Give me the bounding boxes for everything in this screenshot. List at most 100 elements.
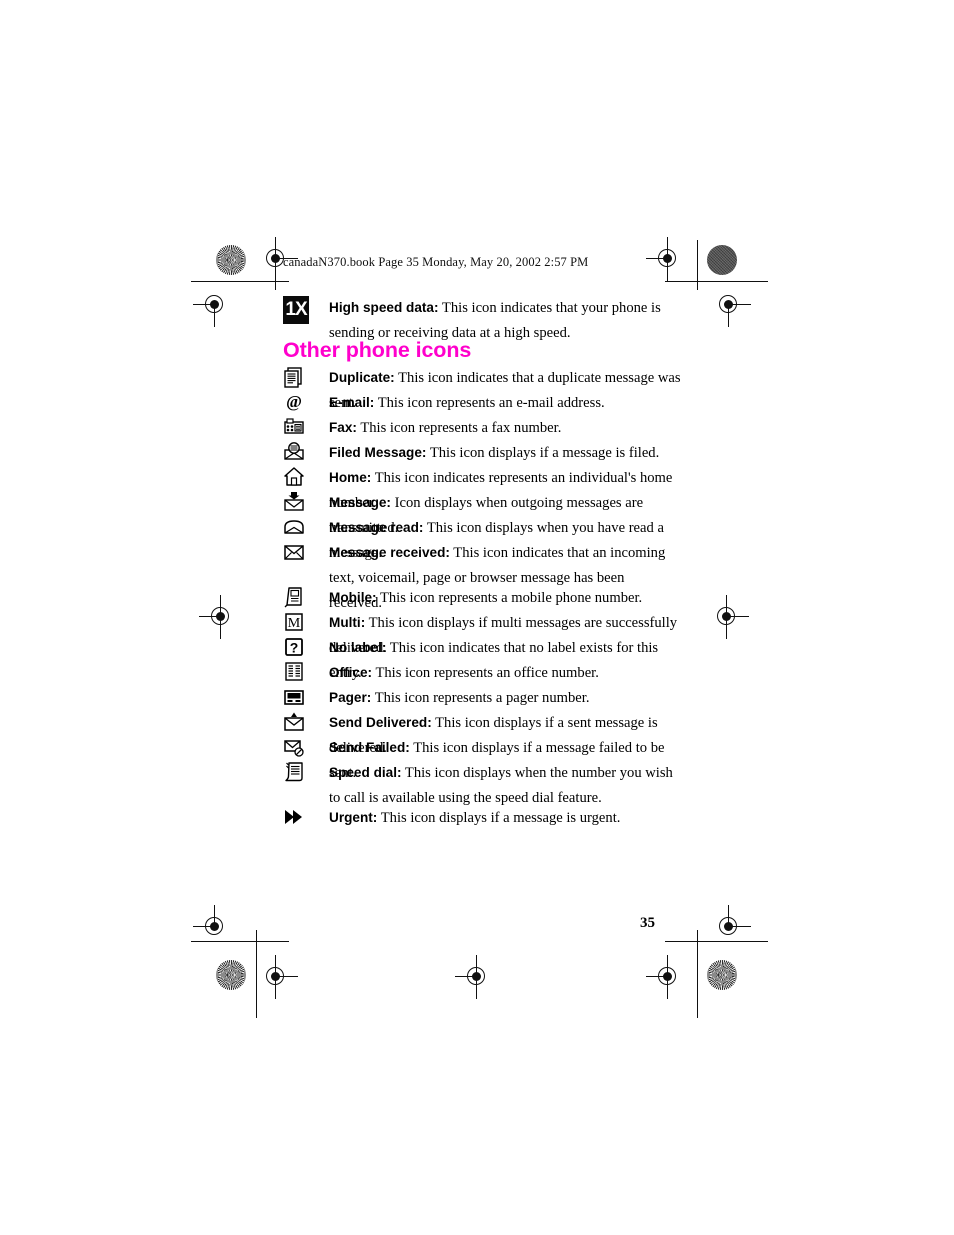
icon-cell xyxy=(283,710,329,733)
trim-line-top-right xyxy=(665,281,768,283)
entry-label: Pager: xyxy=(329,690,372,705)
list-item: @ E-mail: This icon represents an e-mail… xyxy=(283,390,683,416)
registration-mark-bottom-right xyxy=(646,955,690,999)
entry-description: This icon represents a mobile phone numb… xyxy=(379,590,643,606)
trim-line-vertical-top-right xyxy=(697,240,699,290)
entry-label: Send Failed: xyxy=(329,740,410,755)
entry-label: Message received: xyxy=(329,545,450,560)
entry-description: This icon represents a fax number. xyxy=(360,420,562,436)
send-failed-envelope-icon xyxy=(284,740,304,757)
entry-text: Mobile: This icon represents a mobile ph… xyxy=(329,585,683,611)
icon-cell xyxy=(283,415,329,438)
book-file-info-line: canadaN370.book Page 35 Monday, May 20, … xyxy=(283,255,589,269)
halftone-screen-dot-top-right xyxy=(707,245,737,275)
entry-label: Home: xyxy=(329,470,372,485)
icon-cell: 1X xyxy=(283,295,329,324)
icon-cell: M xyxy=(283,610,329,633)
registration-mark-corner-top-right xyxy=(707,283,751,327)
message-read-open-envelope-icon xyxy=(284,520,304,534)
icon-cell: @ xyxy=(283,390,329,413)
halftone-screen-dot-top-left xyxy=(216,245,246,275)
at-sign-email-icon: @ xyxy=(286,392,302,411)
send-delivered-envelope-icon xyxy=(284,712,304,731)
entry-label: No label: xyxy=(329,640,387,655)
fax-machine-icon xyxy=(284,418,304,434)
entry-label: High speed data: xyxy=(329,300,439,315)
halftone-screen-dot-bottom-left xyxy=(216,960,246,990)
trim-line-vertical-bottom-left xyxy=(256,930,258,1018)
icon-cell xyxy=(283,660,329,683)
entry-label: Speed dial: xyxy=(329,765,402,780)
entry-label: Office: xyxy=(329,665,373,680)
registration-mark-bottom-left xyxy=(254,955,298,999)
entry-description: This icon represents an office number. xyxy=(375,665,599,681)
urgent-double-arrow-icon xyxy=(285,810,302,824)
list-item: Urgent: This icon displays if a message … xyxy=(283,805,683,831)
entry-label: Message read: xyxy=(329,520,424,535)
registration-mark-corner-bottom-left xyxy=(193,905,237,949)
page-title: Other phone icons xyxy=(283,338,472,362)
list-item: Filed Message: This icon displays if a m… xyxy=(283,440,683,466)
trim-line-bottom-right xyxy=(665,941,768,943)
entry-description: This icon represents a pager number. xyxy=(374,690,590,706)
list-item: Office: This icon represents an office n… xyxy=(283,660,683,686)
registration-mark-corner-bottom-right xyxy=(707,905,751,949)
1x-high-speed-data-icon: 1X xyxy=(283,296,309,324)
page-number: 35 xyxy=(640,915,655,931)
no-label-question-mark-icon: ? xyxy=(285,638,303,656)
trim-line-vertical-top-left xyxy=(275,240,277,290)
speed-dial-list-icon xyxy=(285,762,303,782)
halftone-screen-dot-bottom-right xyxy=(707,960,737,990)
entry-label: Multi: xyxy=(329,615,366,630)
icon-cell: ? xyxy=(283,635,329,658)
list-item: Speed dial: This icon displays when the … xyxy=(283,760,673,811)
entry-label: Message: xyxy=(329,495,391,510)
icon-cell xyxy=(283,465,329,488)
home-house-icon xyxy=(284,467,304,486)
entry-label: Duplicate: xyxy=(329,370,395,385)
svg-text:@: @ xyxy=(286,392,302,411)
entry-description: This icon displays if a message is urgen… xyxy=(380,810,621,826)
trim-line-vertical-bottom-right xyxy=(697,930,699,1018)
entry-text: E-mail: This icon represents an e-mail a… xyxy=(329,390,683,416)
icon-cell xyxy=(283,805,329,828)
icon-cell xyxy=(283,490,329,513)
list-item: Fax: This icon represents a fax number. xyxy=(283,415,683,441)
icon-cell xyxy=(283,685,329,708)
pager-device-icon xyxy=(284,690,304,705)
entry-description: This icon represents an e-mail address. xyxy=(377,395,605,411)
list-item: Pager: This icon represents a pager numb… xyxy=(283,685,683,711)
entry-label: Send Delivered: xyxy=(329,715,432,730)
trim-line-bottom-left xyxy=(191,941,289,943)
icon-cell xyxy=(283,440,329,463)
icon-cell xyxy=(283,540,329,563)
icon-cell xyxy=(283,760,329,783)
entry-text: Office: This icon represents an office n… xyxy=(329,660,683,686)
filed-message-envelope-icon xyxy=(284,442,304,460)
entry-text: Fax: This icon represents a fax number. xyxy=(329,415,683,441)
entry-label: Fax: xyxy=(329,420,357,435)
message-received-envelope-icon xyxy=(284,545,304,560)
svg-text:?: ? xyxy=(290,640,299,656)
duplicate-pages-icon xyxy=(284,367,302,388)
registration-mark-middle-left xyxy=(199,595,243,639)
icon-cell xyxy=(283,585,329,608)
message-sent-envelope-icon xyxy=(284,492,304,511)
icon-cell xyxy=(283,515,329,538)
list-item: Mobile: This icon represents a mobile ph… xyxy=(283,585,683,611)
entry-label: E-mail: xyxy=(329,395,375,410)
registration-mark-middle-right xyxy=(705,595,749,639)
registration-mark-bottom-center xyxy=(455,955,499,999)
registration-mark-corner-top-left xyxy=(193,283,237,327)
entry-label: Urgent: xyxy=(329,810,378,825)
entry-label: Mobile: xyxy=(329,590,377,605)
entry-text: Filed Message: This icon displays if a m… xyxy=(329,440,683,466)
registration-mark-top-right xyxy=(646,237,690,281)
icon-cell xyxy=(283,365,329,388)
mobile-phone-icon xyxy=(284,587,302,608)
entry-label: Filed Message: xyxy=(329,445,427,460)
svg-text:M: M xyxy=(288,616,301,631)
icon-cell xyxy=(283,735,329,758)
multi-message-m-icon: M xyxy=(285,613,303,631)
entry-text: Pager: This icon represents a pager numb… xyxy=(329,685,683,711)
